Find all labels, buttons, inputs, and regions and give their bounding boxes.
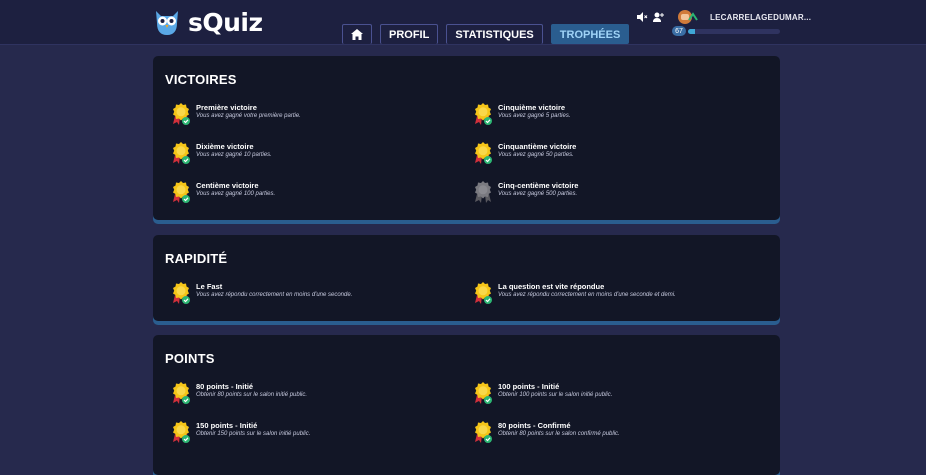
medal-unlocked-icon xyxy=(171,420,191,444)
main-nav: PROFIL STATISTIQUES TROPHÉES xyxy=(342,24,630,44)
level-badge: 67 xyxy=(672,26,686,36)
trophy-description: Vous avez gagné votre première partie. xyxy=(196,113,301,119)
home-icon xyxy=(351,29,363,40)
trophy-description: Vous avez répondu correctement en moins … xyxy=(196,292,353,298)
medal-unlocked-icon xyxy=(473,281,493,305)
medal-unlocked-icon xyxy=(171,141,191,165)
medal-unlocked-icon xyxy=(473,141,493,165)
medal-unlocked-icon xyxy=(473,102,493,126)
trophy-item: 100 points - Initié Obtenir 100 points s… xyxy=(473,381,612,405)
trophy-description: Obtenir 80 points sur le salon initié pu… xyxy=(196,392,308,398)
trophy-title: Dixième victoire xyxy=(196,142,254,151)
trophy-description: Vous avez gagné 50 parties. xyxy=(498,152,574,158)
medal-unlocked-icon xyxy=(171,180,191,204)
section-victoires: VICTOIRES Première victoire Vous avez ga… xyxy=(153,56,780,220)
brand-name: sQuiz xyxy=(188,7,263,37)
trophy-description: Obtenir 150 points sur le salon initié p… xyxy=(196,431,311,437)
owl-logo-icon xyxy=(156,11,178,35)
sound-muted-icon[interactable] xyxy=(636,11,648,23)
trophy-title: 100 points - Initié xyxy=(498,382,560,391)
xp-progress-bar xyxy=(688,29,780,34)
trophy-item: Cinquantième victoire Vous avez gagné 50… xyxy=(473,141,576,165)
top-bar: sQuiz PROFIL STATISTIQUES TROPHÉES LECAR… xyxy=(0,0,926,45)
trophy-title: Cinq-centième victoire xyxy=(498,181,579,190)
tab-statistiques[interactable]: STATISTIQUES xyxy=(446,24,543,44)
trophy-item: Centième victoire Vous avez gagné 100 pa… xyxy=(171,180,275,204)
section-rapidite: RAPIDITÉ Le Fast Vous avez répondu corre… xyxy=(153,235,780,321)
section-points: POINTS 80 points - Initié Obtenir 80 poi… xyxy=(153,335,780,475)
trophy-description: Vous avez gagné 5 parties. xyxy=(498,113,571,119)
trophy-item: Le Fast Vous avez répondu correctement e… xyxy=(171,281,352,305)
trophy-title: Première victoire xyxy=(196,103,257,112)
trophy-description: Obtenir 80 points sur le salon confirmé … xyxy=(498,431,620,437)
section-title: RAPIDITÉ xyxy=(165,251,228,266)
trophy-item: Dixième victoire Vous avez gagné 10 part… xyxy=(171,141,272,165)
trophy-title: Cinquantième victoire xyxy=(498,142,577,151)
medal-unlocked-icon xyxy=(171,381,191,405)
trophy-description: Vous avez gagné 500 parties. xyxy=(498,191,578,197)
logo[interactable]: sQuiz xyxy=(152,6,263,38)
medal-unlocked-icon xyxy=(171,102,191,126)
medal-unlocked-icon xyxy=(473,381,493,405)
trophy-description: Obtenir 100 points sur le salon initié p… xyxy=(498,392,613,398)
section-title: POINTS xyxy=(165,351,215,366)
xp-progress-fill xyxy=(688,29,696,34)
medal-unlocked-icon xyxy=(473,420,493,444)
trophy-item: La question est vite répondue Vous avez … xyxy=(473,281,676,305)
trophy-description: Vous avez gagné 10 parties. xyxy=(196,152,272,158)
nav-home-button[interactable] xyxy=(342,24,372,44)
medal-locked-icon xyxy=(473,180,493,204)
rank-icon xyxy=(688,12,698,21)
username[interactable]: LECARRELAGEDUMAR... xyxy=(710,13,811,22)
user-area: LECARRELAGEDUMAR... xyxy=(636,10,811,24)
trophy-title: 80 points - Confirmé xyxy=(498,421,571,430)
trophy-title: Le Fast xyxy=(196,282,223,291)
trophy-item: 80 points - Confirmé Obtenir 80 points s… xyxy=(473,420,620,444)
trophy-item: Première victoire Vous avez gagné votre … xyxy=(171,102,301,126)
trophy-item-locked: Cinq-centième victoire Vous avez gagné 5… xyxy=(473,180,578,204)
section-title: VICTOIRES xyxy=(165,72,237,87)
trophy-title: La question est vite répondue xyxy=(498,282,605,291)
trophy-title: Centième victoire xyxy=(196,181,259,190)
trophy-title: 150 points - Initié xyxy=(196,421,258,430)
tab-profil[interactable]: PROFIL xyxy=(380,24,439,44)
trophy-item: 80 points - Initié Obtenir 80 points sur… xyxy=(171,381,307,405)
trophy-title: Cinquième victoire xyxy=(498,103,566,112)
trophy-item: 150 points - Initié Obtenir 150 points s… xyxy=(171,420,310,444)
friends-icon[interactable] xyxy=(652,11,664,23)
tab-trophees[interactable]: TROPHÉES xyxy=(550,24,630,44)
trophy-item: Cinquième victoire Vous avez gagné 5 par… xyxy=(473,102,571,126)
trophy-description: Vous avez gagné 100 parties. xyxy=(196,191,276,197)
trophy-title: 80 points - Initié xyxy=(196,382,254,391)
trophy-description: Vous avez répondu correctement en moins … xyxy=(498,292,676,298)
medal-unlocked-icon xyxy=(171,281,191,305)
